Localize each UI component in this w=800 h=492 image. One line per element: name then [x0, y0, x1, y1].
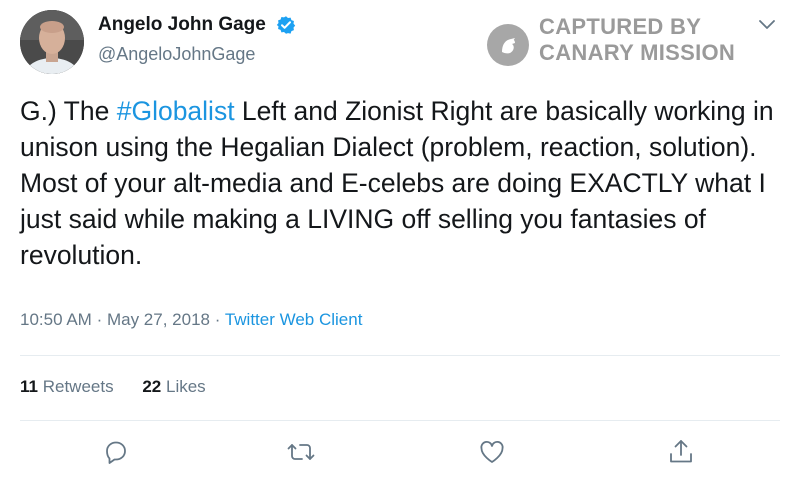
- reply-icon[interactable]: [101, 437, 131, 467]
- hashtag-link[interactable]: #Globalist: [117, 96, 235, 126]
- retweets-stat[interactable]: 11 Retweets: [20, 377, 114, 396]
- user-handle[interactable]: @AngeloJohnGage: [98, 44, 255, 65]
- avatar[interactable]: [20, 10, 84, 74]
- verified-badge-icon: [276, 16, 296, 34]
- likes-count: 22: [142, 377, 162, 396]
- display-name[interactable]: Angelo John Gage: [98, 14, 266, 36]
- share-icon[interactable]: [666, 437, 696, 467]
- canary-logo-icon: [487, 24, 529, 66]
- meta-separator-1: ·: [96, 310, 103, 329]
- tweet-stats: 11 Retweets 22 Likes: [20, 377, 230, 397]
- divider: [20, 420, 780, 421]
- likes-stat[interactable]: 22 Likes: [142, 377, 205, 396]
- tweet-text-prefix: G.) The: [20, 96, 117, 126]
- tweet-date[interactable]: May 27, 2018: [107, 310, 210, 329]
- tweet-client-link[interactable]: Twitter Web Client: [225, 310, 363, 329]
- action-bar: [0, 437, 800, 473]
- meta-separator-2: ·: [214, 310, 221, 329]
- watermark: CAPTURED BY CANARY MISSION: [487, 14, 757, 66]
- likes-label: Likes: [165, 377, 206, 396]
- heart-icon[interactable]: [477, 437, 507, 467]
- divider: [20, 355, 780, 356]
- retweets-label: Retweets: [42, 377, 114, 396]
- retweet-icon[interactable]: [286, 437, 316, 467]
- chevron-down-icon[interactable]: [757, 18, 777, 32]
- tweet-card: Angelo John Gage @AngeloJohnGage CAPTURE…: [0, 0, 800, 492]
- tweet-meta: 10:50 AM · May 27, 2018 · Twitter Web Cl…: [20, 310, 362, 330]
- retweets-count: 11: [20, 377, 38, 396]
- watermark-line-1: CAPTURED BY: [539, 14, 702, 39]
- tweet-text: G.) The #Globalist Left and Zionist Righ…: [20, 93, 780, 273]
- profile-photo-icon: [20, 10, 84, 74]
- tweet-time[interactable]: 10:50 AM: [20, 310, 92, 329]
- watermark-line-2: CANARY MISSION: [539, 40, 736, 65]
- watermark-text: CAPTURED BY CANARY MISSION: [539, 14, 754, 66]
